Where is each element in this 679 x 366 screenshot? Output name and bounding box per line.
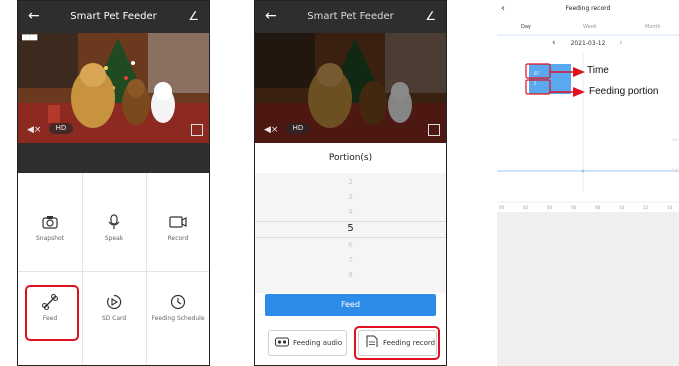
portion-title: Portion(s) — [328, 153, 373, 163]
picker-divider — [255, 221, 446, 222]
feeding-schedule-button[interactable]: Feeding Schedule — [146, 285, 209, 340]
x-tick-label: 14 — [667, 205, 673, 210]
chart-point — [581, 169, 585, 173]
x-tick-label: 12 — [643, 205, 649, 210]
y-tick-label: 2.0 — [672, 168, 678, 172]
clock-icon — [170, 294, 186, 310]
video-timestamp-overlay: ████ — [20, 35, 40, 41]
record-header: ‹ Feeding record Day Week Month — [497, 0, 679, 38]
video-control-band — [18, 143, 209, 173]
portion-option[interactable]: 7 — [255, 256, 446, 264]
pets-photo — [18, 33, 209, 143]
portion-sheet: Portion(s) 2 3 4 5 6 7 8 Feed Feeding au… — [255, 143, 446, 365]
x-tick-label: 08 — [595, 205, 601, 210]
snapshot-button[interactable]: Snapshot — [18, 205, 82, 260]
grid-divider — [18, 271, 209, 272]
portion-picker[interactable]: 2 3 4 5 6 7 8 — [255, 173, 446, 293]
phone-screen-home: ← Smart Pet Feeder ∠ ████ ◀× HD Snapshot… — [17, 0, 210, 366]
bar-label-time: 07 — [534, 71, 540, 76]
sd-card-button[interactable]: SD Card — [82, 285, 146, 340]
function-grid: Snapshot Speak Record Feed SD Card Feedi… — [18, 173, 209, 365]
record-list-area — [497, 212, 679, 366]
picker-divider — [255, 237, 446, 238]
tab-underline — [497, 34, 679, 36]
sd-card-icon — [107, 294, 122, 310]
feeding-audio-button[interactable]: Feeding audio — [268, 330, 347, 356]
portion-option-selected[interactable]: 5 — [255, 223, 446, 234]
speaker-mute-icon[interactable]: ◀× — [264, 125, 278, 135]
feeding-audio-label: Feeding audio — [293, 339, 343, 347]
snapshot-label: Snapshot — [35, 235, 65, 242]
feeding-record-highlight — [354, 326, 440, 360]
time-annotation: Time — [587, 65, 609, 76]
microphone-icon — [108, 214, 120, 229]
pencil-icon[interactable]: ∠ — [188, 9, 199, 23]
speak-button[interactable]: Speak — [82, 205, 146, 260]
speak-label: Speak — [104, 235, 124, 242]
x-tick-label: 02 — [523, 205, 529, 210]
hd-toggle[interactable]: HD — [286, 123, 310, 134]
x-tick-label: 04 — [547, 205, 553, 210]
sd-card-label: SD Card — [101, 315, 127, 322]
record-title: Feeding record — [565, 5, 611, 12]
tab-week[interactable]: Week — [583, 24, 597, 30]
feed-button[interactable]: Feed — [265, 294, 436, 316]
record-date: 2021-03-12 — [570, 40, 606, 47]
portion-option[interactable]: 6 — [255, 241, 446, 249]
top-bar: ← Smart Pet Feeder ∠ — [18, 1, 209, 33]
x-tick-label: 06 — [571, 205, 577, 210]
feeding-chart: 07 5 3.0 2.0 00 02 04 06 08 10 12 14 — [497, 52, 679, 210]
camera-icon — [42, 216, 58, 229]
live-video[interactable]: ████ ◀× HD — [18, 33, 209, 143]
portion-option[interactable]: 4 — [255, 208, 446, 216]
hd-toggle[interactable]: HD — [49, 123, 73, 134]
fullscreen-icon[interactable] — [191, 124, 203, 136]
x-tick-labels: 00 02 04 06 08 10 12 14 — [499, 205, 673, 210]
app-title: Smart Pet Feeder — [307, 11, 394, 22]
feeding-schedule-label: Feeding Schedule — [151, 315, 205, 322]
next-date-icon[interactable]: › — [619, 38, 623, 48]
speaker-mute-icon[interactable]: ◀× — [27, 125, 41, 135]
x-tick-label: 10 — [619, 205, 625, 210]
portion-option[interactable]: 2 — [255, 178, 446, 186]
portion-option[interactable]: 8 — [255, 271, 446, 279]
portion-annotation: Feeding portion — [589, 86, 659, 97]
y-tick-label: 3.0 — [672, 138, 678, 142]
phone-screen-feeding-record: ‹ Feeding record Day Week Month ‹ 2021-0… — [497, 0, 679, 366]
x-tick-label: 00 — [499, 205, 505, 210]
fullscreen-icon[interactable] — [428, 124, 440, 136]
record-label: Record — [167, 235, 189, 242]
portion-option[interactable]: 3 — [255, 193, 446, 201]
video-camera-icon — [169, 216, 187, 228]
live-video[interactable]: ◀× HD — [255, 33, 446, 143]
tab-day[interactable]: Day — [521, 24, 531, 30]
pets-photo — [255, 33, 446, 143]
top-bar: ← Smart Pet Feeder ∠ — [255, 1, 446, 33]
record-button[interactable]: Record — [146, 205, 209, 260]
feed-highlight — [25, 285, 79, 341]
tab-month[interactable]: Month — [645, 24, 661, 30]
speaker-box-icon — [275, 337, 289, 347]
pencil-icon[interactable]: ∠ — [425, 9, 436, 23]
phone-screen-portion: ← Smart Pet Feeder ∠ ◀× HD Portion(s) 2 … — [254, 0, 447, 366]
app-title: Smart Pet Feeder — [70, 11, 157, 22]
